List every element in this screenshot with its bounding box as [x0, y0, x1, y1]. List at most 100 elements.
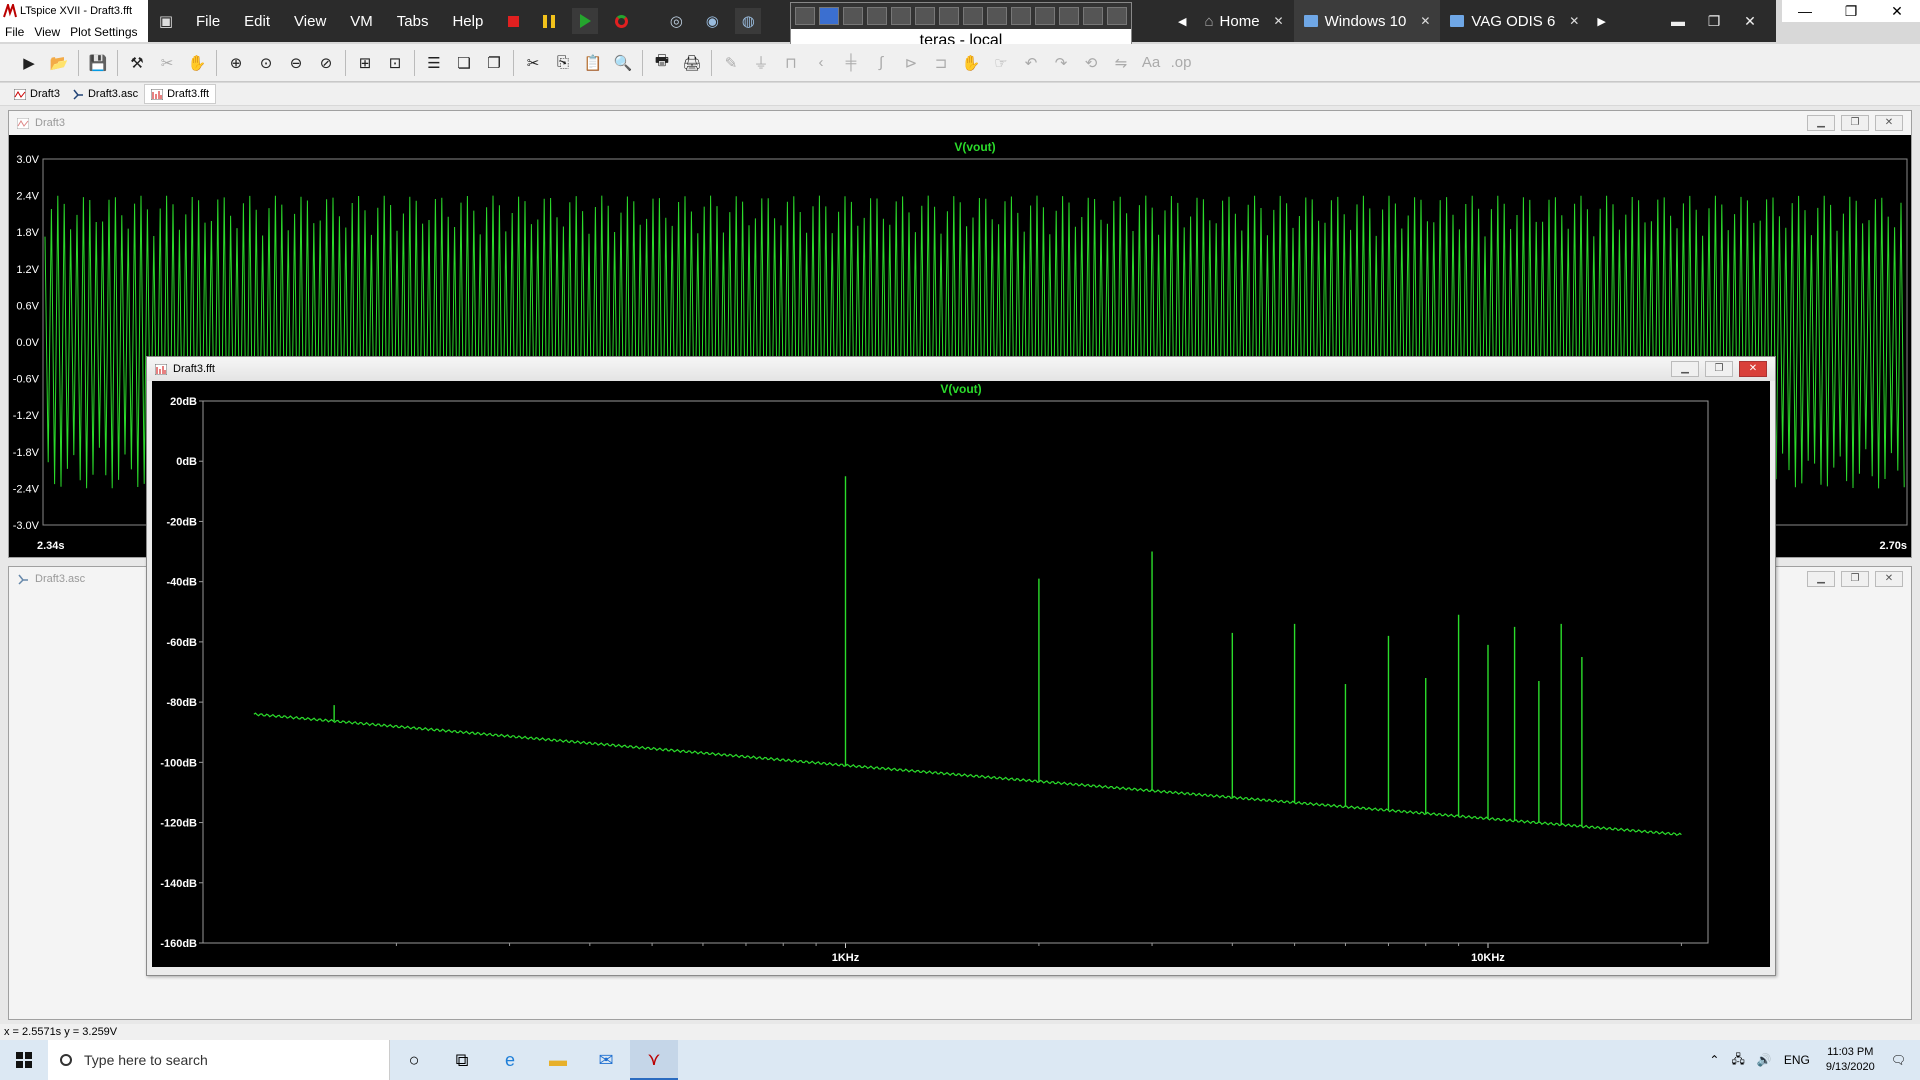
close-icon[interactable]: ✕: [1739, 361, 1767, 377]
chevron-down-icon[interactable]: [1083, 7, 1103, 25]
open-icon[interactable]: 📂: [46, 51, 72, 75]
refresh-icon[interactable]: [1107, 7, 1127, 25]
fit-guest-icon[interactable]: [819, 7, 839, 25]
volume-icon[interactable]: 🔊: [1751, 1053, 1778, 1067]
display-icon[interactable]: [963, 7, 983, 25]
display-icon[interactable]: [867, 7, 887, 25]
display-icon[interactable]: [891, 7, 911, 25]
vm-close-icon[interactable]: ✕: [1732, 13, 1768, 30]
minimize-icon[interactable]: ▁: [1807, 571, 1835, 587]
zoom-in-icon[interactable]: ⊕: [223, 51, 249, 75]
save-icon[interactable]: 💾: [85, 51, 111, 75]
vm-menu-tabs[interactable]: Tabs: [385, 13, 441, 30]
vm-menu-edit[interactable]: Edit: [232, 13, 282, 30]
move-icon[interactable]: ✋: [958, 51, 984, 75]
close-tab-icon[interactable]: ✕: [1420, 14, 1430, 28]
spice-directive-icon[interactable]: .op: [1168, 51, 1194, 75]
close-icon[interactable]: ✕: [1875, 571, 1903, 587]
text-icon[interactable]: Aa: [1138, 51, 1164, 75]
doc-tab-draft3[interactable]: Draft3: [8, 84, 66, 104]
display-icon[interactable]: [987, 7, 1007, 25]
control-panel-icon[interactable]: ⚒: [124, 51, 150, 75]
tile-horizontal-icon[interactable]: ☰: [421, 51, 447, 75]
undo-icon[interactable]: ↶: [1018, 51, 1044, 75]
suspend-icon[interactable]: [536, 8, 562, 34]
vm-menu-help[interactable]: Help: [440, 13, 495, 30]
revert-snapshot-icon[interactable]: ◉: [699, 8, 725, 34]
restore-icon[interactable]: ❐: [1705, 361, 1733, 377]
pin-icon[interactable]: [795, 7, 815, 25]
cortana-icon[interactable]: ○: [390, 1040, 438, 1080]
zoom-out-icon[interactable]: ⊖: [283, 51, 309, 75]
autorange-icon[interactable]: ⊞: [352, 51, 378, 75]
snapshot-icon[interactable]: ◎: [663, 8, 689, 34]
settings-icon[interactable]: [1011, 7, 1031, 25]
fft-chart[interactable]: V(vout) 20dB 0dB -20dB -40dB -60dB -80dB -100d…: [152, 381, 1770, 967]
menu-icon[interactable]: [843, 7, 863, 25]
menu-file[interactable]: File: [0, 25, 29, 39]
label-net-icon[interactable]: ⊓: [778, 51, 804, 75]
doc-tab-draft3-asc[interactable]: Draft3.asc: [66, 84, 144, 104]
run-simulation-icon[interactable]: ✂: [154, 51, 180, 75]
edge-icon[interactable]: e: [486, 1040, 534, 1080]
power-on-icon[interactable]: [572, 8, 599, 34]
menu-view[interactable]: View: [29, 25, 65, 39]
vm-restore-icon[interactable]: ❐: [1696, 13, 1732, 30]
tile-vertical-icon[interactable]: ❐: [481, 51, 507, 75]
restore-icon[interactable]: ❐: [1841, 115, 1869, 131]
vm-menu-file[interactable]: File: [184, 13, 232, 30]
zoom-cancel-icon[interactable]: ⊘: [313, 51, 339, 75]
fft-plot-window[interactable]: Draft3.fft ▁ ❐ ✕ V(vout) 20dB 0dB -20dB -40…: [146, 356, 1776, 976]
vm-tab-windows10[interactable]: Windows 10 ✕: [1293, 0, 1441, 42]
resistor-icon[interactable]: ‹: [808, 51, 834, 75]
notifications-icon[interactable]: 🗨: [1885, 1053, 1920, 1067]
reset-icon[interactable]: [608, 8, 634, 34]
inductor-icon[interactable]: ∫: [868, 51, 894, 75]
minimize-icon[interactable]: ▁: [1671, 361, 1699, 377]
ltspice-taskbar-icon[interactable]: ⋎: [630, 1040, 678, 1080]
draw-wire-icon[interactable]: ✎: [718, 51, 744, 75]
tab-scroll-right-icon[interactable]: ▶: [1589, 0, 1613, 42]
network-icon[interactable]: 🖧: [1725, 1050, 1750, 1071]
mail-icon[interactable]: ✉: [582, 1040, 630, 1080]
close-tab-icon[interactable]: ✕: [1569, 14, 1579, 28]
task-view-icon[interactable]: ⧉: [438, 1040, 486, 1080]
close-tab-icon[interactable]: ✕: [1274, 14, 1284, 28]
run-icon[interactable]: ▶: [16, 51, 42, 75]
clock[interactable]: 11:03 PM 9/13/2020: [1816, 1045, 1885, 1075]
fit-icon[interactable]: ⊡: [382, 51, 408, 75]
snapshot-icon[interactable]: [1059, 7, 1079, 25]
cut-icon[interactable]: ✂: [520, 51, 546, 75]
cascade-icon[interactable]: ❏: [451, 51, 477, 75]
zoom-icon[interactable]: ⊙: [253, 51, 279, 75]
vm-tab-home[interactable]: ⌂ Home ✕: [1194, 0, 1293, 42]
vm-minimize-icon[interactable]: ▬: [1660, 13, 1696, 29]
copy-icon[interactable]: ⎘: [550, 51, 576, 75]
minimize-icon[interactable]: —: [1782, 0, 1828, 22]
language-indicator[interactable]: ENG: [1778, 1053, 1816, 1067]
power-off-icon[interactable]: [500, 8, 526, 34]
print-setup-icon[interactable]: 🖨: [679, 51, 705, 75]
display-icon[interactable]: [915, 7, 935, 25]
vm-menu-vm[interactable]: VM: [338, 13, 385, 30]
menu-plot-settings[interactable]: Plot Settings: [65, 25, 142, 39]
print-icon[interactable]: 🖶: [649, 51, 675, 75]
file-explorer-icon[interactable]: ▬: [534, 1040, 582, 1080]
pan-icon[interactable]: ✋: [184, 51, 210, 75]
mirror-icon[interactable]: ⇋: [1108, 51, 1134, 75]
ground-icon[interactable]: ⏚: [748, 51, 774, 75]
restore-icon[interactable]: ❐: [1841, 571, 1869, 587]
vm-library-icon[interactable]: ▣: [153, 8, 179, 34]
capacitor-icon[interactable]: ╪: [838, 51, 864, 75]
snapshot-manager-icon[interactable]: ◍: [735, 8, 762, 34]
minimize-icon[interactable]: ▁: [1807, 115, 1835, 131]
usb-icon[interactable]: [1035, 7, 1055, 25]
start-button[interactable]: [0, 1040, 48, 1080]
chevron-up-icon[interactable]: ⌃: [1703, 1053, 1725, 1067]
doc-tab-draft3-fft[interactable]: Draft3.fft: [144, 84, 217, 104]
vm-menu-view[interactable]: View: [282, 13, 338, 30]
find-icon[interactable]: 🔍: [610, 51, 636, 75]
component-icon[interactable]: ⊐: [928, 51, 954, 75]
close-icon[interactable]: ✕: [1874, 0, 1920, 22]
vm-tab-vag-odis[interactable]: VAG ODIS 6 ✕: [1440, 0, 1589, 42]
